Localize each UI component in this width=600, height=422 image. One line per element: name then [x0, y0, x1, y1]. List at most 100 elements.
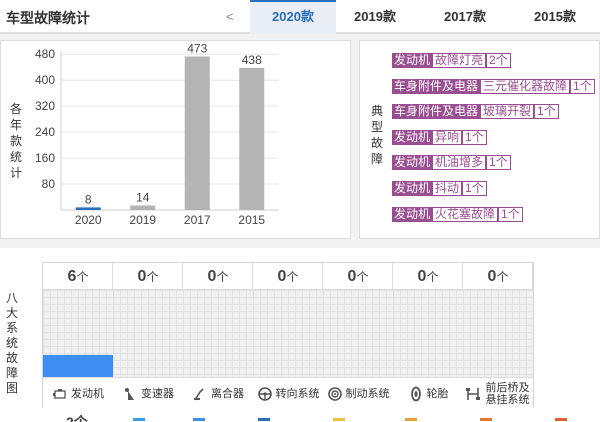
bar-value-label: 473	[187, 42, 207, 56]
fault-category: 发动机	[392, 207, 433, 222]
fault-category: 车身附件及电器	[392, 104, 481, 119]
x-tick-label: 2019	[129, 213, 156, 227]
bar-value-label: 438	[242, 53, 262, 67]
system-column[interactable]: 0个制动系统	[323, 263, 393, 409]
x-tick-label: 2015	[238, 213, 265, 227]
system-name: 前后桥及悬挂系统	[485, 381, 530, 406]
y-tick-label: 160	[35, 151, 55, 165]
fault-count: 1个	[462, 181, 487, 196]
fault-category: 发动机	[392, 155, 433, 170]
year-bar-chart: 80 160 240 320 400 480 8 2020 14 2019 473 2017 438 20…	[35, 42, 279, 227]
fault-category: 车身附件及电器	[392, 79, 481, 94]
steering-wheel-icon	[257, 386, 273, 402]
system-count: 0个	[113, 263, 183, 290]
fault-count: 1个	[498, 207, 523, 222]
system-count: 0个	[323, 263, 393, 290]
tab-2017[interactable]: 2017款	[422, 0, 508, 34]
system-count-unit: 个	[426, 270, 439, 284]
system-level-area	[43, 290, 113, 377]
suspension-icon	[465, 386, 481, 402]
system-label-cell: 变速器	[113, 377, 183, 409]
system-column[interactable]: 0个 转向系统	[253, 263, 323, 409]
bar	[184, 56, 210, 210]
system-label-cell: 发动机	[43, 377, 113, 409]
prev-arrow-icon[interactable]: <	[226, 9, 234, 24]
fault-item[interactable]: 发动机 火花塞故障 1个	[392, 207, 523, 222]
fault-item[interactable]: 车身附件及电器 三元催化器故障 1个	[392, 79, 595, 94]
legend-swatch	[333, 418, 345, 421]
system-level-area	[463, 290, 533, 377]
fault-issue: 抖动	[432, 181, 463, 196]
system-name: 轮胎	[426, 387, 449, 400]
y-tick-label: 80	[42, 177, 56, 191]
system-column[interactable]: 0个前后桥及悬挂系统	[463, 263, 533, 409]
fault-item[interactable]: 车身附件及电器 玻璃开裂 1个	[392, 104, 559, 119]
systems-grid: 6个 发动机 0个 变速器 0个 离合器 0个 转向系统 0个 制动系统 0个 轮胎 0个 前后桥及悬挂系…	[42, 262, 534, 409]
tab-2020[interactable]: 2020款	[250, 0, 336, 34]
y-tick-label: 240	[35, 125, 55, 139]
fault-category: 发动机	[392, 53, 433, 68]
legend-swatch	[258, 418, 270, 421]
faults-panel-label: 典型故障	[370, 104, 383, 166]
gear-shift-icon	[122, 386, 138, 402]
system-level-area	[113, 290, 183, 377]
bar-value-label: 14	[136, 190, 150, 204]
system-name: 发动机	[71, 387, 104, 400]
fault-issue: 异响	[432, 130, 463, 145]
y-tick-label: 480	[35, 47, 55, 61]
header-bar: 车型故障统计 < 2020款 2019款 2017款 2015款	[0, 0, 600, 34]
bar-value-label: 8	[85, 192, 92, 206]
x-tick-label: 2020	[75, 213, 102, 227]
system-count: 0个	[183, 263, 253, 290]
system-count-unit: 个	[146, 270, 159, 284]
system-count-unit: 个	[216, 270, 229, 284]
fault-issue: 火花塞故障	[432, 207, 499, 222]
system-label-cell: 离合器	[183, 377, 253, 409]
tab-2015[interactable]: 2015款	[512, 0, 598, 34]
system-count: 0个	[393, 263, 463, 290]
x-tick-label: 2017	[184, 213, 211, 227]
tab-2019[interactable]: 2019款	[332, 0, 418, 34]
fault-item[interactable]: 发动机 故障灯亮 2个	[392, 53, 511, 68]
system-label-cell: 制动系统	[323, 377, 393, 409]
fault-item[interactable]: 发动机 机油增多 1个	[392, 155, 511, 170]
system-level-area	[393, 290, 463, 377]
fault-issue: 故障灯亮	[432, 53, 487, 68]
engine-icon	[52, 386, 68, 402]
next-year-count-peek: 2个	[66, 414, 88, 422]
system-name: 离合器	[211, 387, 244, 400]
legend-swatch	[555, 418, 567, 421]
system-name: 变速器	[141, 387, 174, 400]
y-tick-label: 400	[35, 73, 55, 87]
bar	[75, 207, 101, 210]
fault-issue: 三元催化器故障	[480, 79, 571, 94]
system-level-area	[183, 290, 253, 377]
fault-count: 1个	[570, 79, 595, 94]
system-column[interactable]: 0个轮胎	[393, 263, 463, 409]
legend-swatch	[133, 418, 145, 421]
system-count: 6个	[43, 263, 113, 290]
fault-item[interactable]: 发动机 异响 1个	[392, 130, 487, 145]
system-label-cell: 转向系统	[253, 377, 323, 409]
system-level-area	[253, 290, 323, 377]
bar	[239, 67, 265, 210]
fault-item[interactable]: 发动机 抖动 1个	[392, 181, 487, 196]
system-column[interactable]: 0个离合器	[183, 263, 253, 409]
y-tick-label: 320	[35, 99, 55, 113]
tire-icon	[408, 386, 424, 402]
system-count: 0个	[463, 263, 533, 290]
system-count-unit: 个	[356, 270, 369, 284]
system-column[interactable]: 0个变速器	[113, 263, 183, 409]
system-column[interactable]: 6个发动机	[43, 263, 113, 409]
clutch-pedal-icon	[192, 386, 208, 402]
system-count-unit: 个	[286, 270, 299, 284]
fault-count: 1个	[534, 104, 559, 119]
system-name: 转向系统	[275, 387, 320, 400]
system-level-area	[323, 290, 393, 377]
fault-count: 1个	[462, 130, 487, 145]
system-name: 制动系统	[345, 387, 390, 400]
brake-disc-icon	[327, 386, 343, 402]
bar	[130, 205, 156, 210]
system-label-cell: 前后桥及悬挂系统	[463, 377, 533, 409]
systems-panel-label: 八大系统故障图	[5, 291, 18, 395]
